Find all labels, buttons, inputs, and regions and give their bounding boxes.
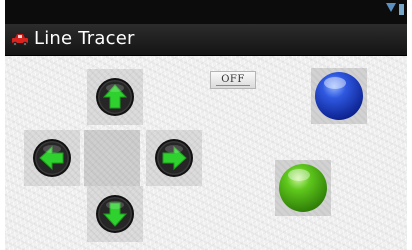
green-indicator	[275, 160, 331, 216]
app-window: Line Tracer OFF	[5, 0, 407, 250]
power-toggle-button[interactable]: OFF	[210, 71, 256, 89]
battery-icon	[399, 4, 404, 15]
car-icon	[12, 34, 28, 47]
status-bar	[5, 0, 407, 24]
right-button[interactable]	[146, 130, 202, 186]
center-pad	[84, 130, 140, 186]
arrow-left-icon	[33, 139, 71, 177]
green-led-icon	[279, 164, 327, 212]
left-button[interactable]	[24, 130, 80, 186]
arrow-down-icon	[96, 195, 134, 233]
blue-led-icon	[315, 72, 363, 120]
down-button[interactable]	[87, 186, 143, 242]
app-title: Line Tracer	[34, 28, 135, 49]
title-bar: Line Tracer	[5, 24, 407, 56]
arrow-up-icon	[96, 78, 134, 116]
up-button[interactable]	[87, 69, 143, 125]
arrow-right-icon	[155, 139, 193, 177]
status-icons	[386, 3, 404, 19]
wifi-icon	[386, 3, 396, 13]
blue-indicator	[311, 68, 367, 124]
